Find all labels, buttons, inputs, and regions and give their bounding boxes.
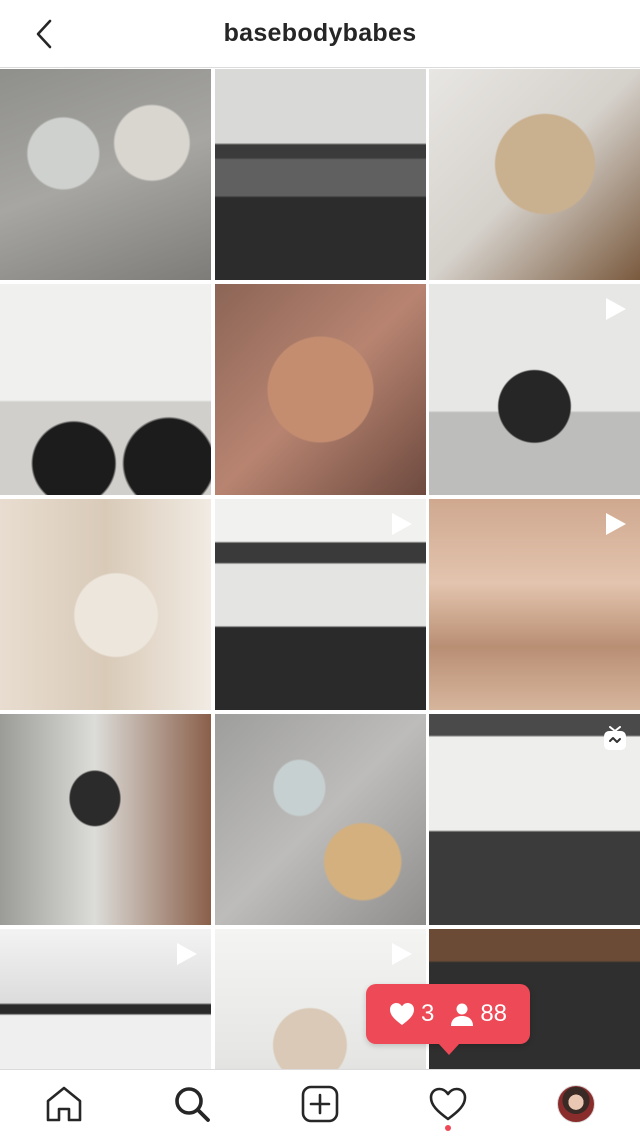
video-play-icon — [606, 298, 626, 320]
post-tile[interactable] — [429, 284, 640, 495]
likes-count: 3 — [420, 1000, 435, 1027]
video-play-icon — [391, 513, 412, 535]
likes-count-group: 3 — [389, 1000, 434, 1028]
post-tile[interactable] — [0, 499, 211, 710]
video-play-icon — [391, 943, 412, 965]
page-title: basebodybabes — [223, 19, 417, 47]
post-photo — [214, 284, 426, 495]
heart-icon — [389, 1003, 414, 1025]
post-tile[interactable] — [0, 929, 211, 1069]
post-photo — [429, 69, 640, 280]
back-button[interactable] — [22, 14, 66, 54]
bottom-navigation — [0, 1069, 640, 1138]
igtv-icon — [604, 726, 626, 750]
post-photo — [0, 499, 211, 710]
post-tile[interactable] — [429, 714, 640, 925]
post-tile[interactable] — [214, 714, 426, 925]
nav-activity[interactable] — [416, 1074, 480, 1134]
post-photo — [0, 284, 211, 495]
post-tile[interactable] — [429, 69, 640, 280]
person-icon — [451, 1003, 474, 1026]
header-bar: basebodybabes — [0, 0, 640, 68]
post-photo — [214, 714, 426, 925]
post-tile[interactable] — [0, 714, 211, 925]
nav-new-post[interactable] — [288, 1074, 352, 1134]
post-tile[interactable] — [0, 69, 211, 280]
nav-profile[interactable] — [544, 1074, 608, 1134]
notification-dot — [445, 1125, 451, 1131]
post-tile[interactable] — [214, 69, 426, 280]
post-tile[interactable] — [429, 499, 640, 710]
nav-search[interactable] — [160, 1074, 224, 1134]
followers-count-group: 88 — [450, 1000, 507, 1028]
post-tile[interactable] — [214, 284, 426, 495]
post-tile[interactable] — [214, 499, 426, 710]
video-play-icon — [606, 513, 626, 535]
home-icon — [46, 1086, 82, 1122]
post-tile[interactable] — [0, 284, 211, 495]
post-photo — [0, 714, 211, 925]
new-post-icon — [301, 1085, 339, 1123]
nav-home[interactable] — [32, 1074, 96, 1134]
search-icon — [175, 1087, 210, 1122]
chevron-left-icon — [36, 19, 52, 49]
profile-avatar — [557, 1085, 595, 1123]
post-photo — [0, 69, 211, 280]
heart-outline-icon — [429, 1087, 467, 1121]
activity-notification-popup[interactable]: 3 88 — [366, 984, 530, 1055]
video-play-icon — [177, 943, 197, 965]
post-grid — [0, 69, 640, 1069]
followers-count: 88 — [480, 1000, 508, 1027]
post-photo — [214, 69, 426, 280]
